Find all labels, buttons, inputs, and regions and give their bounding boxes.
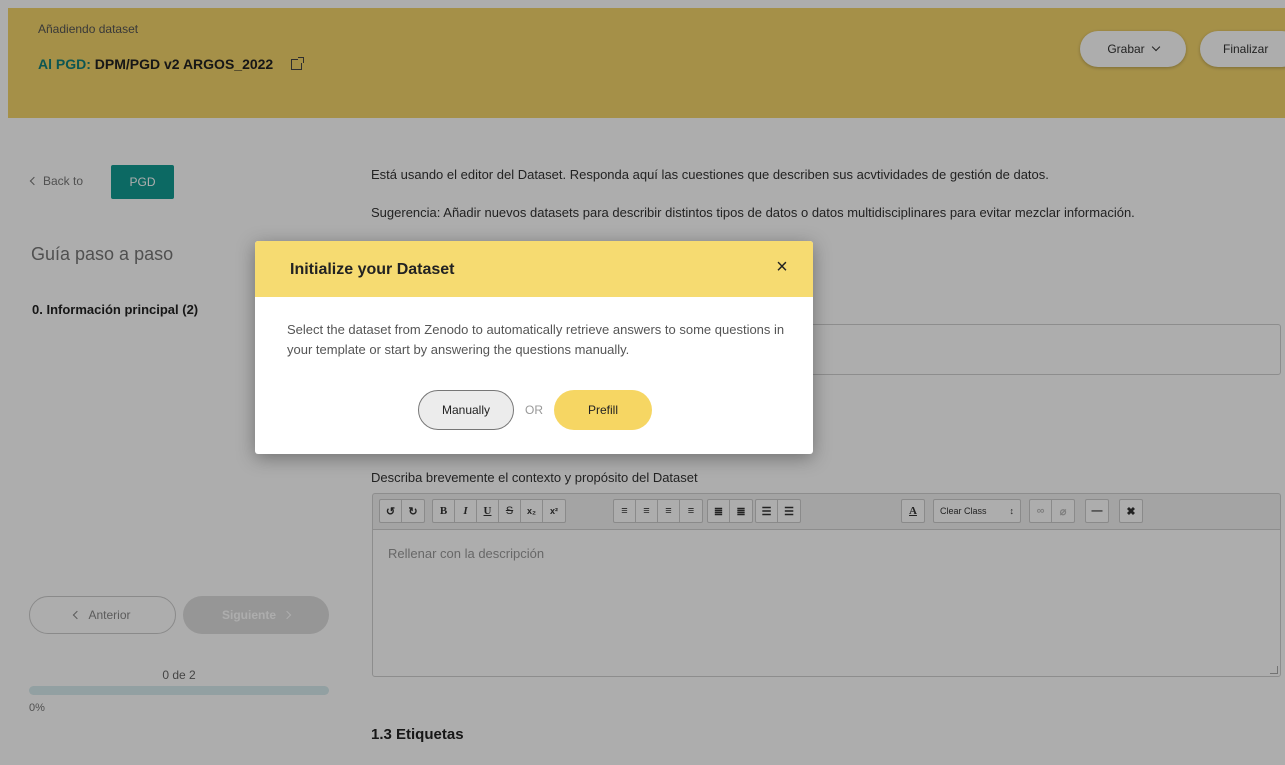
manually-button[interactable]: Manually bbox=[418, 390, 514, 430]
dialog-actions: Manually OR Prefill bbox=[255, 390, 813, 430]
initialize-dataset-dialog: Initialize your Dataset × Select the dat… bbox=[255, 241, 813, 454]
dialog-title: Initialize your Dataset bbox=[290, 261, 455, 278]
prefill-button[interactable]: Prefill bbox=[554, 390, 652, 430]
dialog-header: Initialize your Dataset × bbox=[255, 241, 813, 297]
dialog-message: Select the dataset from Zenodo to automa… bbox=[287, 322, 785, 357]
or-separator: OR bbox=[525, 403, 543, 417]
close-icon[interactable]: × bbox=[772, 257, 792, 277]
